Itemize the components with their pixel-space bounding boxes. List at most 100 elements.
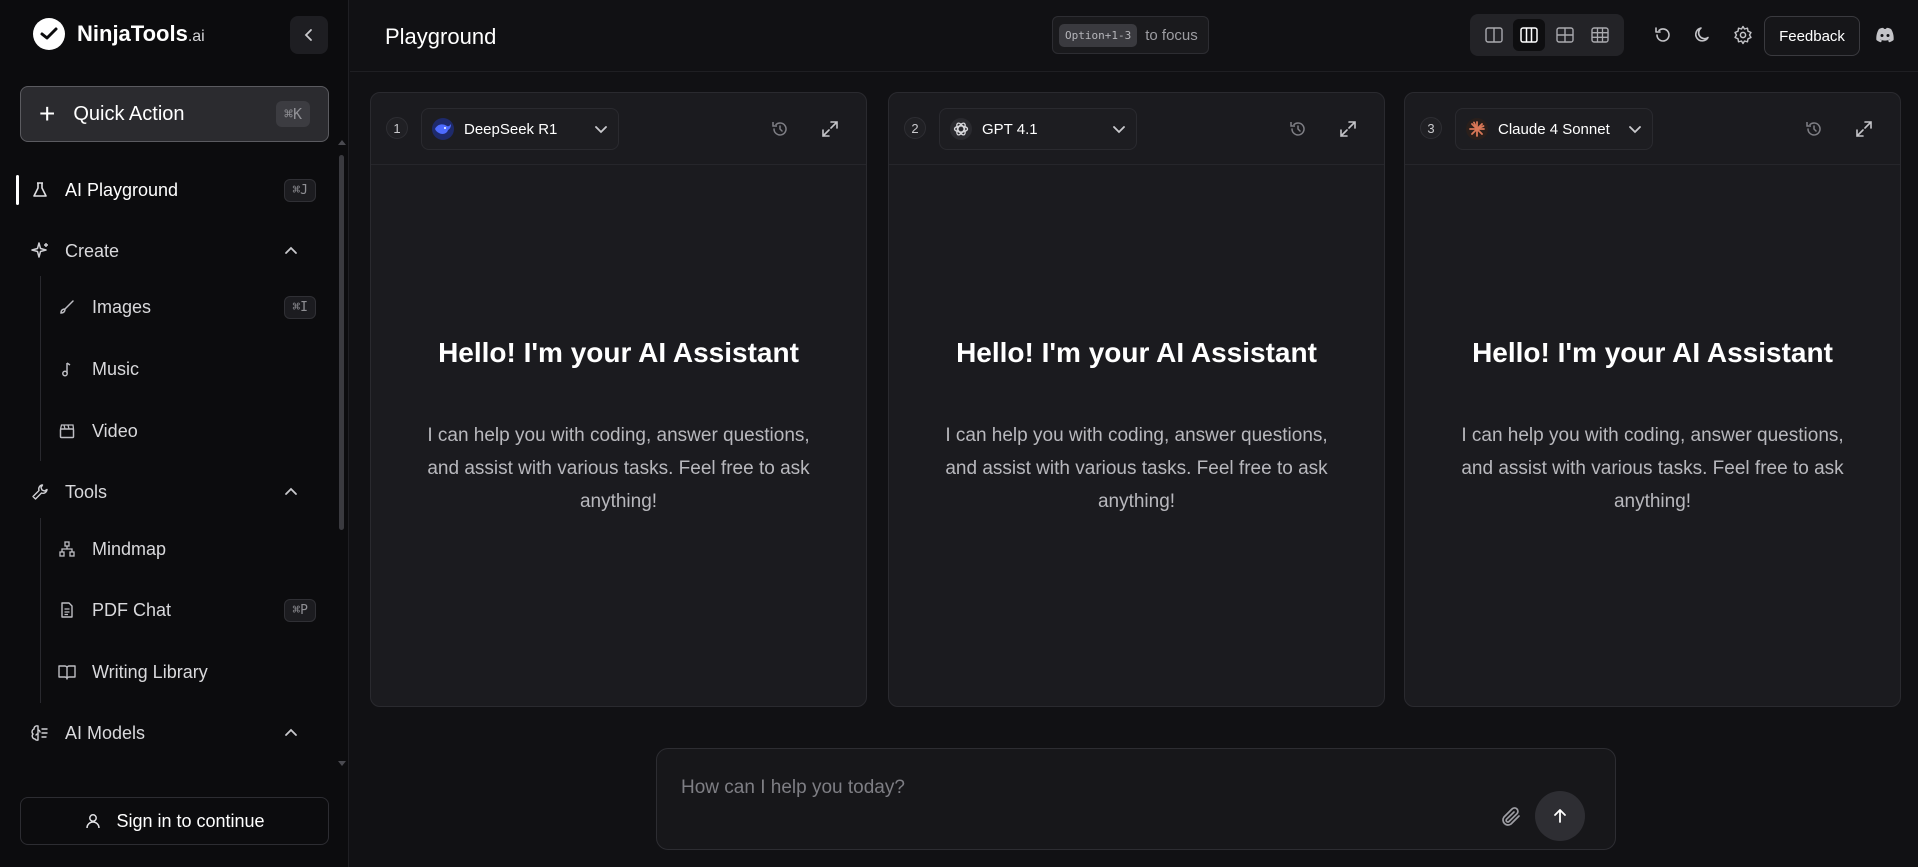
focus-shortcut-key: Option+1-3: [1059, 23, 1138, 47]
moon-icon: [1695, 27, 1709, 42]
scroll-down-arrow-icon[interactable]: [338, 761, 346, 767]
sidebar-section-ai-models[interactable]: AI Models: [0, 713, 340, 753]
layout-two-columns-button[interactable]: [1478, 19, 1510, 51]
model-name: GPT 4.1: [982, 120, 1038, 138]
book-open-icon: [57, 662, 77, 682]
panel-number: 2: [904, 117, 926, 139]
greeting-title: Hello! I'm your AI Assistant: [956, 337, 1317, 368]
music-note-icon: [57, 359, 77, 379]
panel-number: 3: [1420, 117, 1442, 139]
arrow-up-icon: [1554, 809, 1566, 823]
send-button[interactable]: [1535, 791, 1585, 841]
settings-button[interactable]: [1730, 22, 1756, 48]
flask-icon: [30, 180, 50, 200]
sign-in-button[interactable]: Sign in to continue: [20, 797, 329, 845]
sidebar-item-label: Tools: [65, 481, 108, 502]
brand-logo[interactable]: NinjaTools.ai: [33, 18, 205, 50]
quick-action-button[interactable]: + Quick Action ⌘K: [20, 86, 329, 142]
history-button[interactable]: [768, 117, 792, 141]
model-selector[interactable]: GPT 4.1: [939, 108, 1137, 150]
openai-logo-icon: [950, 118, 972, 140]
chat-panel-3[interactable]: 3 Claude 4 Sonnet Hello! I'm your AI Ass…: [1404, 92, 1901, 707]
panel-header: 1 DeepSeek R1: [371, 93, 866, 165]
chevron-up-icon: [285, 246, 297, 254]
panel-header: 2 GPT 4.1: [889, 93, 1384, 165]
focus-shortcut-text: to focus: [1145, 26, 1198, 44]
sidebar-item-label: Mindmap: [92, 538, 167, 559]
sidebar-item-images[interactable]: Images ⌘I: [0, 287, 340, 327]
theme-toggle-button[interactable]: [1690, 22, 1716, 48]
sidebar-item-pdf-chat[interactable]: PDF Chat ⌘P: [0, 590, 340, 630]
sidebar-scrollbar-thumb[interactable]: [339, 155, 344, 530]
history-icon: [1290, 122, 1305, 136]
sidebar-section-create[interactable]: Create: [0, 231, 340, 271]
brand-name: NinjaTools.ai: [77, 21, 205, 46]
sidebar-item-music[interactable]: Music: [0, 349, 340, 389]
sidebar-item-label: Writing Library: [92, 661, 208, 682]
gear-icon: [1734, 25, 1752, 45]
sidebar-item-mindmap[interactable]: Mindmap: [0, 529, 340, 569]
deepseek-logo-icon: [432, 118, 454, 140]
panel-number: 1: [386, 117, 408, 139]
expand-button[interactable]: [818, 117, 842, 141]
layout-three-columns-button[interactable]: [1513, 19, 1546, 51]
paperclip-icon: [1502, 807, 1520, 826]
sidebar-item-label: PDF Chat: [92, 599, 172, 620]
sidebar-item-label: Music: [92, 358, 140, 379]
sidebar: NinjaTools.ai + Quick Action ⌘K AI Playg…: [0, 0, 349, 867]
shortcut-badge: ⌘J: [284, 178, 316, 202]
chevron-up-icon: [285, 487, 297, 495]
attach-file-button[interactable]: [1497, 803, 1525, 831]
brush-icon: [57, 297, 77, 317]
collapse-sidebar-button[interactable]: [290, 16, 328, 54]
model-name: DeepSeek R1: [464, 120, 558, 138]
columns-3-icon: [1520, 27, 1538, 43]
chevron-down-icon: [1113, 126, 1125, 134]
sidebar-item-video[interactable]: Video: [0, 411, 340, 451]
scroll-up-arrow-icon[interactable]: [338, 139, 346, 145]
sidebar-item-label: AI Playground: [65, 179, 179, 200]
chevron-down-icon: [1629, 126, 1641, 134]
model-name: Claude 4 Sonnet: [1498, 120, 1610, 138]
playground-panels: 1 DeepSeek R1 Hello! I'm your AI Assista…: [350, 72, 1918, 728]
history-button[interactable]: [1286, 117, 1310, 141]
sidebar-item-label: Video: [92, 420, 138, 441]
page-title: Playground: [385, 24, 497, 49]
quick-action-shortcut: ⌘K: [275, 101, 310, 127]
file-text-icon: [57, 600, 77, 620]
message-input[interactable]: How can I help you today?: [656, 748, 1616, 850]
model-selector[interactable]: DeepSeek R1: [421, 108, 619, 150]
sidebar-section-tools[interactable]: Tools: [0, 472, 340, 512]
quick-action-label: Quick Action: [73, 102, 185, 125]
discord-icon: [1876, 27, 1894, 43]
sidebar-item-writing-library[interactable]: Writing Library: [0, 652, 340, 692]
sidebar-item-ai-playground[interactable]: AI Playground ⌘J: [0, 170, 340, 210]
model-selector[interactable]: Claude 4 Sonnet: [1455, 108, 1653, 150]
discord-button[interactable]: [1872, 22, 1898, 48]
grid-2x2-icon: [1556, 27, 1574, 43]
history-icon: [1806, 122, 1821, 136]
history-button[interactable]: [1802, 117, 1826, 141]
clapperboard-icon: [57, 421, 77, 441]
network-icon: [57, 539, 77, 559]
chat-panel-1[interactable]: 1 DeepSeek R1 Hello! I'm your AI Assista…: [370, 92, 867, 707]
greeting-text: I can help you with coding, answer quest…: [427, 425, 810, 512]
grid-3x3-icon: [1591, 27, 1609, 43]
layout-grid-2x2-button[interactable]: [1549, 19, 1581, 51]
chevron-left-icon: [304, 29, 312, 41]
shortcut-badge: ⌘I: [284, 295, 316, 319]
expand-button[interactable]: [1336, 117, 1360, 141]
history-icon: [772, 122, 787, 136]
expand-button[interactable]: [1852, 117, 1876, 141]
plus-icon: +: [39, 98, 56, 129]
feedback-button[interactable]: Feedback: [1764, 16, 1860, 56]
layout-switcher: [1470, 14, 1624, 56]
message-placeholder: How can I help you today?: [681, 777, 905, 798]
focus-shortcut-hint: Option+1-3 to focus: [1052, 16, 1209, 54]
layout-grid-3x3-button[interactable]: [1584, 19, 1616, 51]
user-icon: [86, 814, 101, 829]
reset-button[interactable]: [1650, 22, 1676, 48]
composer-area: How can I help you today?: [350, 728, 1918, 867]
chat-panel-2[interactable]: 2 GPT 4.1 Hello! I'm your AI Assistant I…: [888, 92, 1385, 707]
chevron-up-icon: [285, 728, 297, 736]
